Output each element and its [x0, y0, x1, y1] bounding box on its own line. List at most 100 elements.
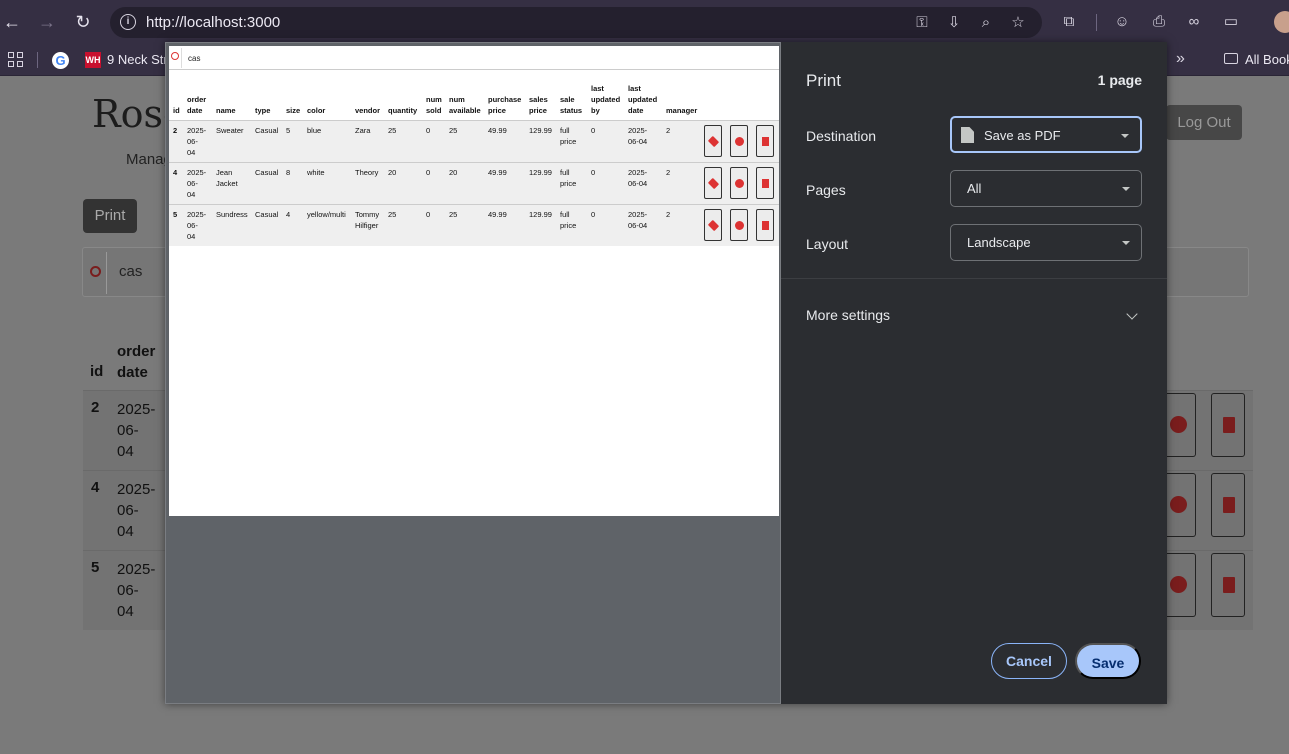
cancel-button[interactable]: Cancel: [991, 643, 1067, 679]
bg-row-date: 2025- 06- 04: [117, 401, 156, 460]
preview-cell: Zara: [355, 126, 371, 135]
bg-delete-button: [1211, 553, 1245, 617]
wh-bookmark-icon[interactable]: WH: [85, 52, 101, 68]
preview-table-row: 4 2025- 06- 04 Jean Jacket Casual 8 white Theo…: [169, 162, 779, 204]
reload-icon[interactable]: ↻: [71, 10, 95, 34]
preview-cell: 20: [388, 168, 397, 177]
bg-print-button: Print: [83, 199, 137, 233]
preview-add-button: [730, 125, 748, 157]
profile-avatar[interactable]: [1274, 11, 1289, 33]
save-button[interactable]: Save: [1075, 643, 1141, 679]
print-preview-area: cas id order date name type size color vendor q…: [165, 42, 781, 704]
preview-column-header: num available: [449, 95, 481, 115]
destination-value: Save as PDF: [984, 128, 1061, 143]
preview-column-header: sale status: [560, 95, 583, 115]
bookmark-star-icon[interactable]: ☆: [1008, 13, 1028, 33]
bg-row-id: 2: [91, 399, 100, 416]
address-bar[interactable]: i http://localhost:3000 ⚿ ⇩ ⌕ ☆: [110, 7, 1042, 38]
preview-cell: 0: [426, 210, 431, 219]
preview-cell: 2025- 06- 04: [187, 168, 207, 199]
url-text[interactable]: http://localhost:3000: [146, 14, 280, 31]
preview-delete-button: [756, 209, 774, 241]
trash-icon: [1223, 577, 1235, 593]
trash-icon: [1223, 497, 1235, 513]
preview-add-button: [730, 167, 748, 199]
layout-label: Layout: [806, 236, 849, 252]
pages-select[interactable]: All: [950, 170, 1142, 207]
trash-icon: [1223, 417, 1235, 433]
preview-cell: Casual: [255, 210, 279, 219]
pages-value: All: [967, 181, 982, 196]
preview-cell: Sweater: [216, 126, 244, 135]
layout-select[interactable]: Landscape: [950, 224, 1142, 261]
bg-search-value: cas: [119, 263, 143, 280]
preview-cell: 49.99: [488, 210, 507, 219]
preview-cell: 2: [666, 168, 671, 177]
tag-icon: [707, 219, 720, 232]
bg-delete-button: [1211, 473, 1245, 537]
more-settings-toggle[interactable]: More settings: [806, 307, 890, 323]
printer-icon[interactable]: ⎙: [1149, 12, 1169, 32]
preview-page: cas id order date name type size color vendor q…: [169, 46, 779, 516]
forward-arrow-icon[interactable]: →: [35, 10, 59, 34]
preview-column-header: last updated date: [628, 84, 658, 115]
extensions-icon[interactable]: ⧉: [1059, 12, 1079, 32]
print-dialog: cas id order date name type size color vendor q…: [165, 42, 1167, 704]
trash-icon: [762, 137, 769, 146]
preview-cell: 49.99: [488, 168, 507, 177]
preview-column-header: name: [216, 106, 236, 115]
site-info-icon[interactable]: i: [120, 14, 136, 30]
trash-icon: [762, 179, 769, 188]
layout-value: Landscape: [967, 235, 1031, 250]
preview-cell: white: [307, 168, 325, 177]
preview-delete-button: [756, 167, 774, 199]
search-icon: [87, 252, 107, 294]
plus-circle-icon: [1170, 496, 1187, 513]
preview-tag-button: [704, 125, 722, 157]
dropdown-caret-icon: [1121, 134, 1129, 138]
apps-grid-icon[interactable]: [8, 52, 24, 68]
preview-cell: Tommy Hilfiger: [355, 210, 380, 230]
bookmark-9-neck[interactable]: 9 Neck Str: [107, 52, 168, 67]
zoom-icon[interactable]: ⌕: [976, 13, 996, 33]
back-arrow-icon[interactable]: ←: [0, 10, 24, 34]
preview-cell: 0: [591, 168, 596, 177]
bg-add-button: [1162, 553, 1196, 617]
preview-cell: 2: [666, 126, 671, 135]
google-icon[interactable]: G: [52, 52, 69, 69]
preview-delete-button: [756, 125, 774, 157]
bg-add-button: [1162, 393, 1196, 457]
preview-column-header: sales price: [529, 95, 548, 115]
document-icon: [961, 127, 974, 143]
preview-cell: Casual: [255, 168, 279, 177]
destination-label: Destination: [806, 128, 877, 144]
preview-cell: 0: [426, 126, 431, 135]
plus-circle-icon: [1170, 576, 1187, 593]
preview-column-header: type: [255, 106, 271, 115]
bg-row-date: 2025- 06- 04: [117, 481, 156, 540]
chevron-down-icon[interactable]: [1126, 308, 1138, 320]
trash-icon: [762, 221, 769, 230]
preview-add-button: [730, 209, 748, 241]
preview-cell: 5: [286, 126, 291, 135]
preview-cell: 129.99: [529, 210, 552, 219]
plus-circle-icon: [735, 179, 744, 188]
incognito-icon[interactable]: ☺: [1112, 12, 1132, 32]
more-bookmarks-chevron-icon[interactable]: »: [1176, 50, 1185, 68]
install-app-icon[interactable]: ⇩: [944, 13, 964, 33]
preview-cell: 4: [173, 168, 178, 177]
folder-icon[interactable]: [1224, 53, 1238, 64]
preview-column-header: vendor: [355, 106, 381, 115]
preview-cell: 5: [173, 210, 178, 219]
all-bookmarks-link[interactable]: All Book: [1245, 52, 1289, 67]
cast-icon[interactable]: ▭: [1221, 12, 1241, 32]
preview-cell: full price: [560, 168, 577, 188]
destination-select[interactable]: Save as PDF: [950, 116, 1142, 153]
password-key-icon[interactable]: ⚿: [912, 13, 932, 33]
link-icon[interactable]: ∞: [1184, 12, 1204, 32]
pages-label: Pages: [806, 182, 846, 198]
preview-tag-button: [704, 167, 722, 199]
preview-table-row: 2 2025- 06- 04 Sweater Casual 5 blue Zara 25 0 25…: [169, 120, 779, 162]
preview-column-header: size: [286, 106, 301, 115]
bg-row-id: 5: [91, 559, 100, 576]
